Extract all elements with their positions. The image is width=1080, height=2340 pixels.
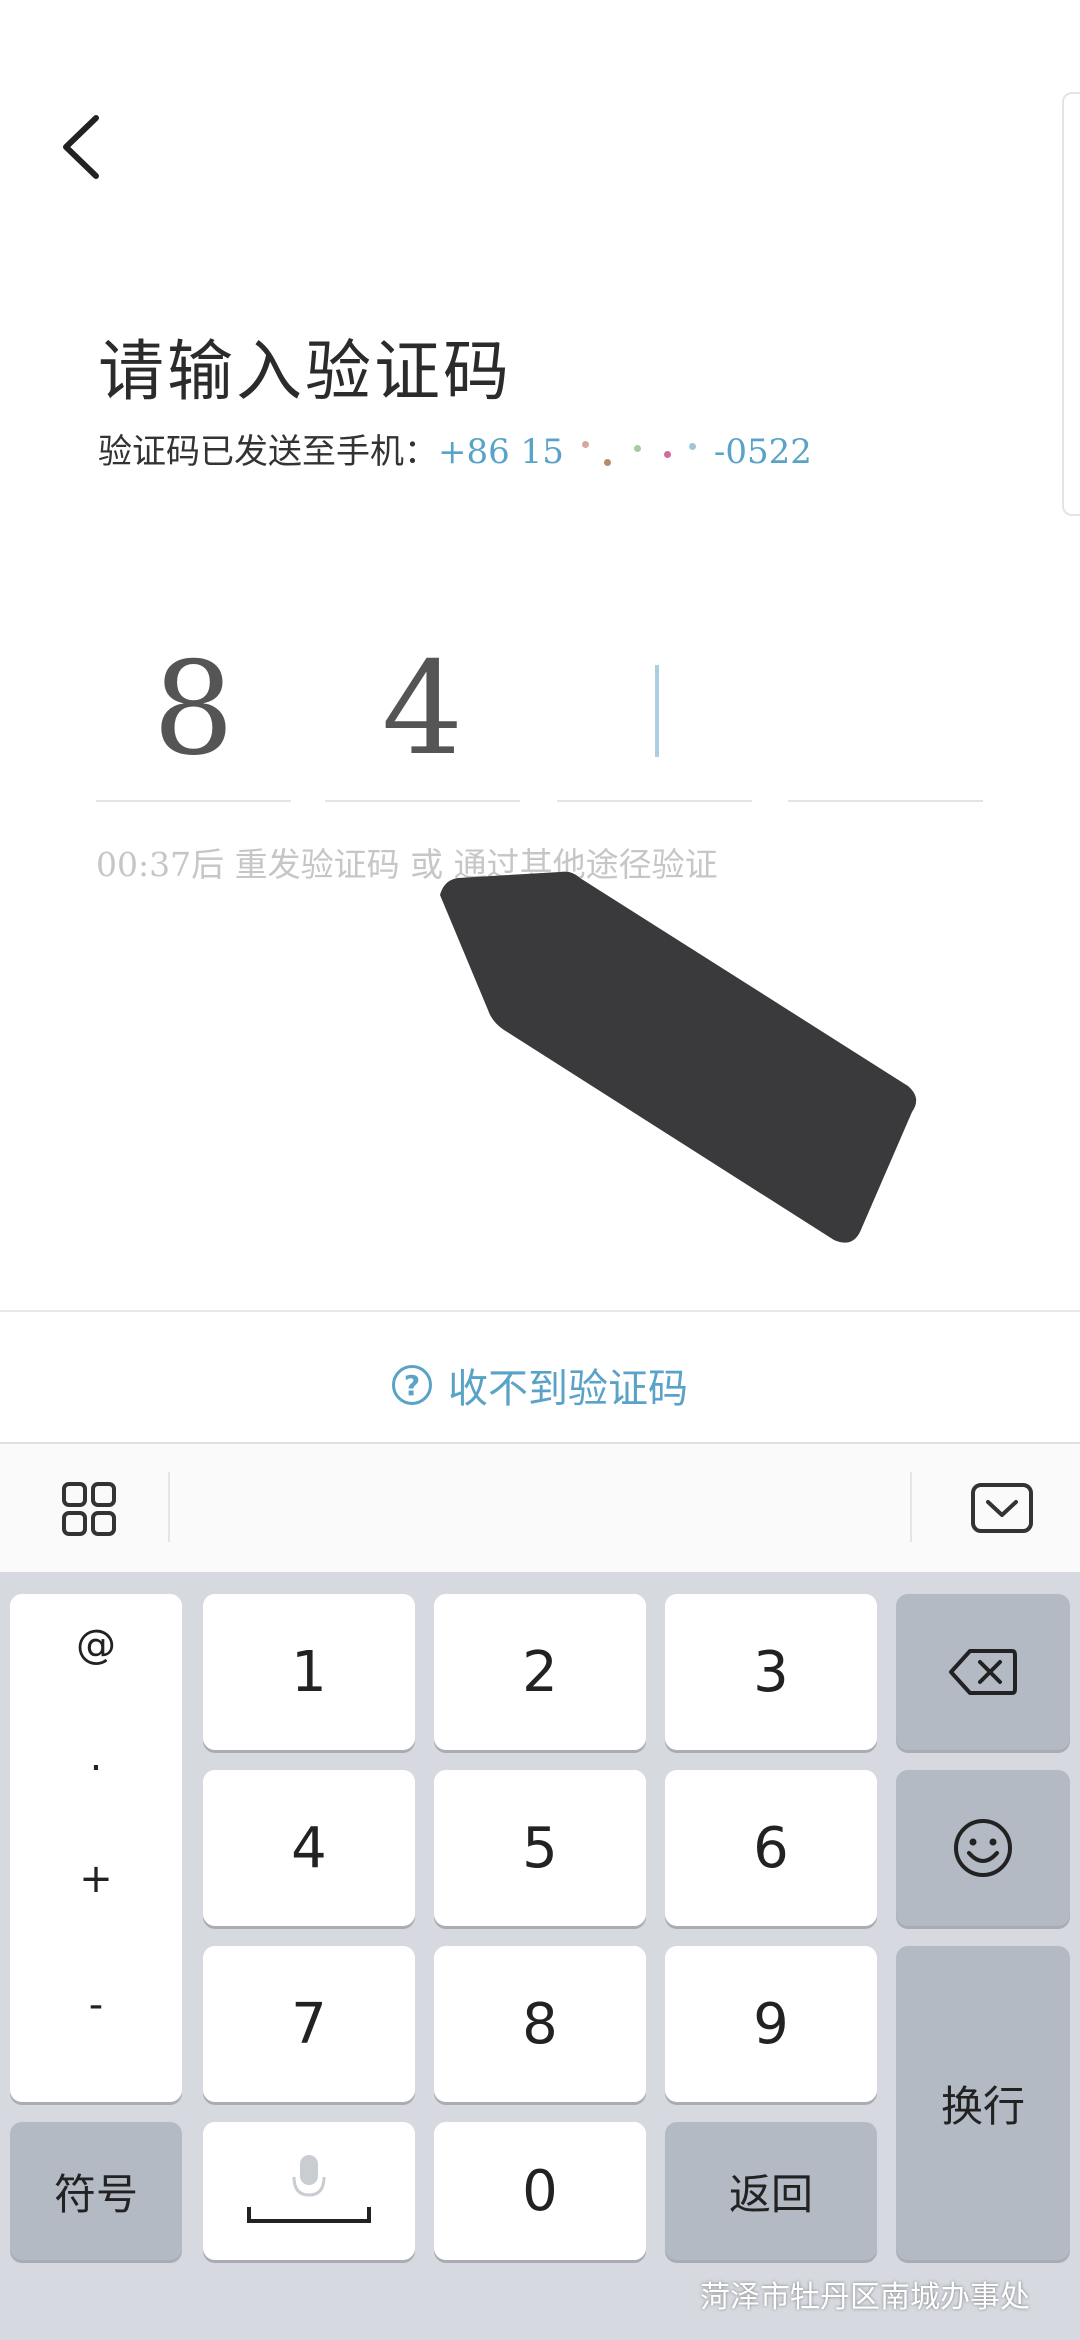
space-mic-key[interactable] [203,2122,415,2260]
symbol-key-plus[interactable]: + [10,1856,182,1902]
watermark: 菏泽市牡丹区南城办事处 [700,2280,1030,2315]
toolbar-separator [910,1472,912,1542]
back-key[interactable]: 返回 [665,2122,877,2260]
symbol-key-at[interactable]: @ [10,1622,182,1668]
scroll-indicator [1062,92,1080,516]
key-2[interactable]: 2 [434,1594,646,1750]
divider [0,1310,1080,1312]
key-5[interactable]: 5 [434,1770,646,1926]
help-label: 收不到验证码 [448,1366,688,1412]
symbol-key-minus[interactable]: - [10,1982,182,2028]
keyboard-toolbar [0,1442,1080,1574]
page-title: 请输入验证码 [98,333,512,410]
smiley-icon [954,1819,1012,1877]
key-1[interactable]: 1 [203,1594,415,1750]
phone-end: -0522 [713,432,812,472]
code-digit-1: 8 [152,635,235,784]
key-9[interactable]: 9 [665,1946,877,2102]
code-digit-2: 4 [381,635,464,784]
key-4[interactable]: 4 [203,1770,415,1926]
code-box-2[interactable]: 4 [325,620,520,802]
key-7[interactable]: 7 [203,1946,415,2102]
key-8[interactable]: 8 [434,1946,646,2102]
symbol-key-dot[interactable]: . [10,1734,182,1780]
symbol-column[interactable]: @ . + - [10,1594,182,2102]
phone-mask [564,437,714,471]
microphone-icon [247,2155,371,2223]
sent-to-phone-line: 验证码已发送至手机：+86 15 -0522 [98,424,812,473]
phone-start: +86 15 [438,432,564,472]
emoji-key[interactable] [896,1770,1070,1926]
backspace-icon [949,1649,1017,1695]
keyboard-hide-icon[interactable] [970,1482,1034,1534]
enter-key[interactable]: 换行 [896,1946,1070,2260]
question-circle-icon: ? [392,1365,432,1405]
code-box-1[interactable]: 8 [96,620,291,802]
backspace-key[interactable] [896,1594,1070,1750]
text-cursor [655,665,659,757]
code-box-4[interactable] [788,620,983,802]
help-link[interactable]: ? 收不到验证码 [0,1340,1080,1430]
toolbar-separator [168,1472,170,1542]
key-0[interactable]: 0 [434,2122,646,2260]
symbol-switch-key[interactable]: 符号 [10,2122,182,2260]
grid-icon[interactable] [62,1482,116,1536]
back-chevron-left-icon[interactable] [52,112,112,182]
key-3[interactable]: 3 [665,1594,877,1750]
sent-prefix: 验证码已发送至手机： [98,432,438,472]
key-6[interactable]: 6 [665,1770,877,1926]
